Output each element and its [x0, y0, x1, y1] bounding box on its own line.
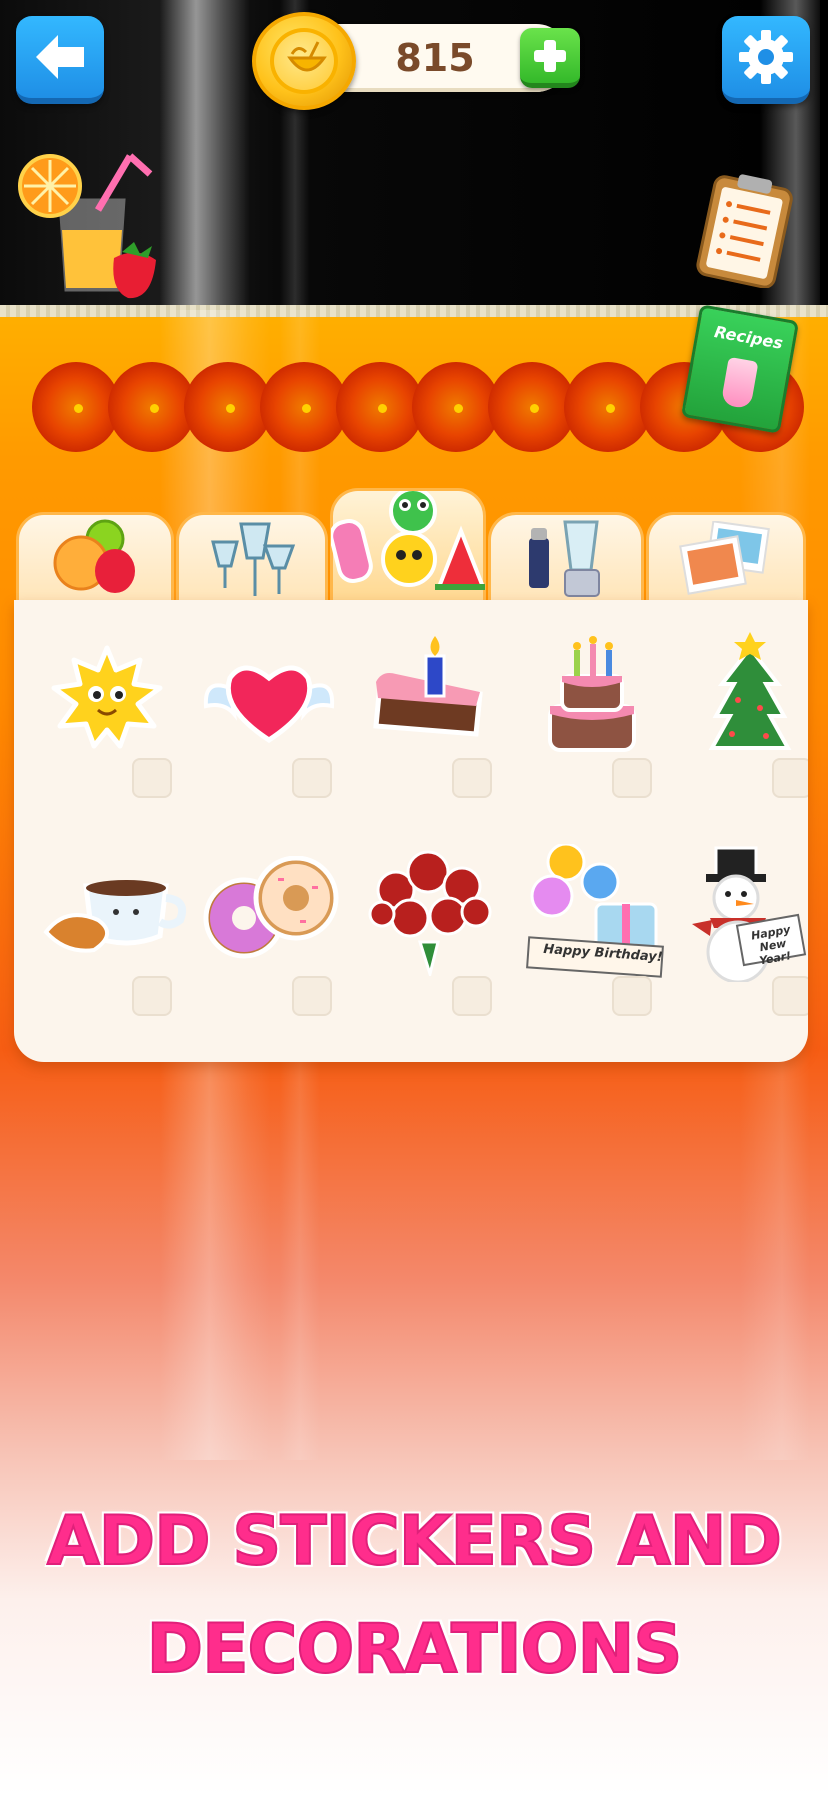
gear-icon: [739, 30, 793, 84]
winged-heart-sticker[interactable]: [200, 648, 338, 744]
bead-highlight: [74, 404, 83, 413]
recipes-book-button[interactable]: Recipes: [680, 304, 800, 434]
happy-birthday-sticker[interactable]: Happy Birthday!: [524, 842, 674, 980]
bead-highlight: [454, 404, 463, 413]
bead-highlight: [302, 404, 311, 413]
glass-reflection: [160, 0, 250, 310]
add-coins-button[interactable]: [520, 28, 580, 88]
back-arrow-icon: [36, 35, 84, 79]
blender-icon: [529, 520, 600, 597]
clipboard-icon[interactable]: [694, 172, 796, 289]
coconut-coin-icon: [252, 12, 356, 110]
sticker-checkbox[interactable]: [292, 976, 332, 1016]
promo-caption-line1: ADD STICKERS AND: [46, 1501, 783, 1582]
sticker-checkbox[interactable]: [292, 758, 332, 798]
sticker-checkbox[interactable]: [612, 976, 652, 1016]
snowman-sticker[interactable]: Happy New Year!: [688, 840, 808, 984]
tab-photos[interactable]: [646, 512, 806, 602]
tab-fruits[interactable]: [16, 512, 174, 602]
bead-highlight: [378, 404, 387, 413]
decoration-bead: [260, 362, 348, 452]
coin-balance: 815: [395, 36, 475, 80]
decoration-bead: [108, 362, 196, 452]
bead-highlight: [606, 404, 615, 413]
decoration-bead: [184, 362, 272, 452]
tab-stickers[interactable]: [330, 488, 486, 602]
roses-bouquet-sticker[interactable]: [364, 846, 498, 980]
settings-button[interactable]: [722, 16, 810, 104]
christmas-tree-sticker[interactable]: [708, 630, 792, 760]
bead-highlight: [226, 404, 235, 413]
cake-slice-sticker[interactable]: [366, 634, 494, 754]
sticker-checkbox[interactable]: [612, 758, 652, 798]
decoration-bead: [488, 362, 576, 452]
coffee-croissant-sticker[interactable]: [42, 866, 192, 954]
sticker-checkbox[interactable]: [132, 976, 172, 1016]
promo-caption: ADD STICKERS AND DECORATIONS: [14, 1488, 814, 1704]
sticker-checkbox[interactable]: [772, 976, 808, 1016]
decoration-bead: [32, 362, 120, 452]
decoration-bead: [412, 362, 500, 452]
milkshake-icon: [720, 356, 759, 410]
birthday-cake-sticker[interactable]: [536, 630, 648, 756]
sticker-checkbox[interactable]: [772, 758, 808, 798]
juice-glass-icon[interactable]: [18, 150, 168, 300]
stickers-icon: [331, 490, 485, 590]
glasses-icon: [211, 522, 296, 596]
tab-appliances[interactable]: [488, 512, 644, 602]
photos-icon: [679, 520, 770, 595]
bead-highlight: [530, 404, 539, 413]
plus-icon: [534, 40, 566, 72]
bead-highlight: [150, 404, 159, 413]
decoration-bead: [564, 362, 652, 452]
back-button[interactable]: [16, 16, 104, 104]
fruits-icon: [53, 519, 135, 593]
donuts-sticker[interactable]: [202, 855, 340, 960]
sticker-checkbox[interactable]: [132, 758, 172, 798]
recipes-label: Recipes: [712, 322, 785, 353]
sticker-panel: Happy Birthday! Happy New Year!: [14, 600, 808, 1062]
sticker-checkbox[interactable]: [452, 758, 492, 798]
tab-glasses[interactable]: [176, 512, 328, 602]
decoration-bead: [336, 362, 424, 452]
sticker-checkbox[interactable]: [452, 976, 492, 1016]
sun-sticker[interactable]: [48, 644, 166, 750]
promo-caption-line2: DECORATIONS: [146, 1609, 684, 1690]
